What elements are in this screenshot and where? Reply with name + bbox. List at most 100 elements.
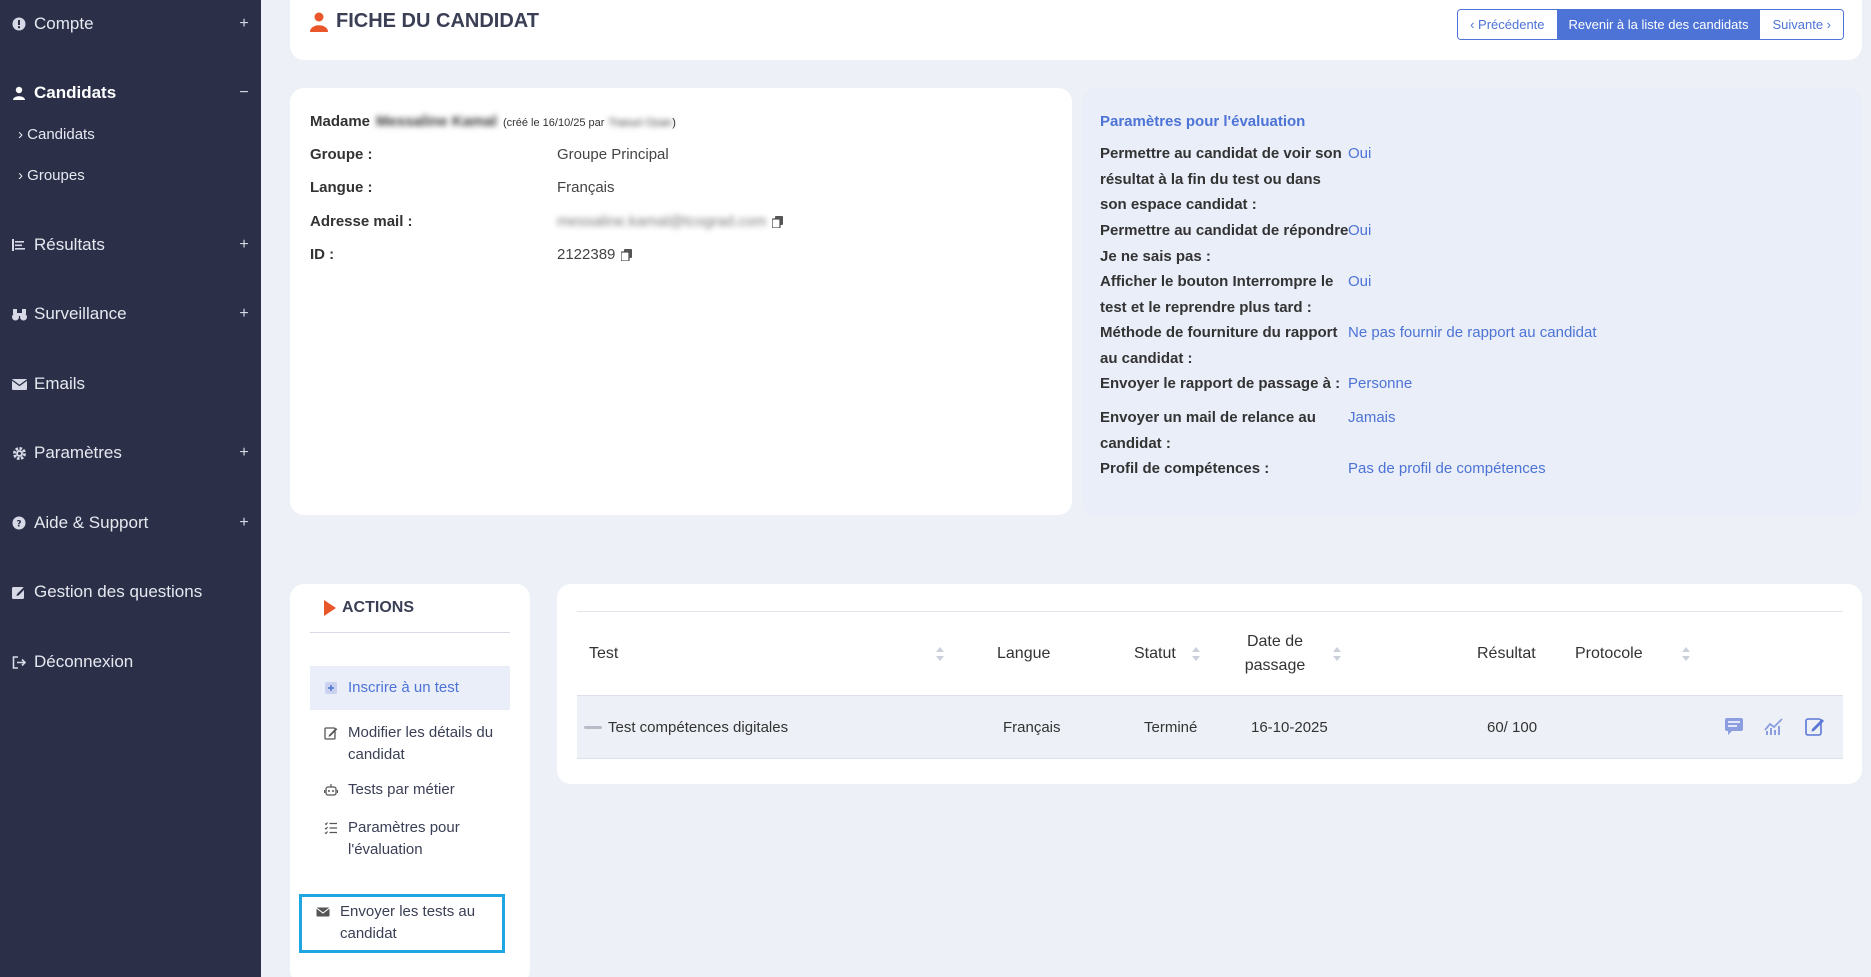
language-label: Langue : [310,179,373,196]
col-header-resultat[interactable]: Résultat [1477,612,1536,696]
actions-title-text: ACTIONS [342,599,414,616]
page-title-text: FICHE DU CANDIDAT [336,10,539,32]
sidebar-item-parametres[interactable]: Paramètres + [10,438,251,468]
divider [310,632,510,633]
param-key: Permettre au candidat de voir son résult… [1100,145,1342,213]
page-title: FICHE DU CANDIDAT [310,10,539,33]
action-label: Inscrire à un test [348,679,459,696]
action-label: Paramètres pour l'évaluation [348,819,460,858]
evaluation-params-card: Paramètres pour l'évaluation Permettre a… [1082,88,1862,515]
sidebar-item-emails[interactable]: Emails [10,369,251,399]
copy-icon[interactable] [621,248,633,261]
param-value: Oui [1348,145,1372,162]
sidebar-item-resultats[interactable]: Résultats + [10,230,251,260]
col-header-test[interactable]: Test [589,612,618,696]
svg-text:?: ? [16,520,21,530]
copy-icon[interactable] [772,215,784,228]
expand-icon[interactable]: + [237,236,251,254]
col-header-date[interactable]: Date de passage [1235,612,1315,696]
param-value: Ne pas fournir de rapport au candidat [1348,324,1597,341]
sidebar-item-gestion-questions[interactable]: Gestion des questions [10,577,251,607]
previous-button[interactable]: ‹ Précédente [1458,10,1557,39]
action-tests-by-job[interactable]: Tests par métier [310,779,510,801]
sidebar-item-label: Déconnexion [34,652,134,671]
sidebar-item-label: Paramètres [34,443,122,462]
table-header: Test Langue Statut Date de passage Résul… [577,611,1843,695]
tests-table-card: Test Langue Statut Date de passage Résul… [557,584,1862,784]
actions-card: ACTIONS Inscrire à un test Modifier les … [290,584,530,977]
param-value: Jamais [1348,409,1396,426]
sidebar-item-label: Surveillance [34,304,127,323]
edit-icon [324,727,338,740]
language-value: Français [557,179,615,196]
sidebar-subitem-candidats[interactable]: › Candidats [18,126,95,143]
created-info-prefix: (créé le 16/10/25 par [502,117,605,129]
plus-square-icon [325,682,337,694]
collapse-icon[interactable]: − [237,84,251,102]
action-send-tests[interactable]: Envoyer les tests au candidat [299,894,505,953]
sort-icon[interactable] [935,646,945,662]
expand-icon[interactable]: + [237,514,251,532]
col-header-protocole[interactable]: Protocole [1575,612,1643,696]
sidebar-item-compte[interactable]: Compte + [10,9,251,39]
envelope-icon [316,907,330,917]
sidebar-item-aide[interactable]: ? Aide & Support + [10,508,251,538]
sort-icon[interactable] [1191,646,1201,662]
expand-icon[interactable]: + [237,305,251,323]
sidebar-item-label: Résultats [34,235,105,254]
group-value: Groupe Principal [557,146,669,163]
sidebar-item-candidats[interactable]: Candidats − [10,78,251,108]
sidebar-item-deconnexion[interactable]: Déconnexion [10,647,251,677]
edit-square-icon [10,583,28,601]
user-icon [310,12,328,32]
play-icon [324,600,336,616]
param-value: Oui [1348,222,1372,239]
sidebar-subitem-groupes[interactable]: › Groupes [18,167,85,184]
info-icon [10,15,28,33]
param-value: Pas de profil de compétences [1348,460,1546,477]
id-value: 2122389 [557,246,616,263]
sidebar-item-surveillance[interactable]: Surveillance + [10,299,251,329]
expand-icon[interactable]: + [237,444,251,462]
edit-icon[interactable] [1805,716,1825,736]
test-cell: Test compétences digitales [584,696,788,758]
gear-icon [10,444,28,462]
back-to-list-button[interactable]: Revenir à la liste des candidats [1556,10,1761,39]
expand-icon[interactable]: + [237,15,251,33]
sort-icon[interactable] [1681,646,1691,662]
col-header-statut[interactable]: Statut [1134,612,1176,696]
action-enroll-test[interactable]: Inscrire à un test [310,666,510,710]
action-evaluation-params[interactable]: Paramètres pour l'évaluation [310,817,510,861]
action-edit-candidate[interactable]: Modifier les détails du candidat [310,722,510,766]
param-key: Profil de compétences : [1100,460,1270,477]
next-button[interactable]: Suivante › [1760,10,1843,39]
actions-title: ACTIONS [324,599,414,617]
candidate-navigation: ‹ Précédente Revenir à la liste des cand… [1457,9,1844,40]
comment-icon[interactable] [1724,716,1744,736]
envelope-icon [10,375,28,393]
action-label: Modifier les détails du candidat [348,724,494,763]
email-field: messaline.kamal@tcograd.com [557,213,784,230]
sidebar-item-label: Aide & Support [34,513,149,532]
sort-icon[interactable] [1332,646,1342,662]
list-chart-icon [10,236,28,254]
param-value: Oui [1348,273,1372,290]
sidebar-item-label: Gestion des questions [34,582,203,601]
param-value: Personne [1348,375,1413,392]
col-header-langue[interactable]: Langue [997,612,1050,696]
params-title: Paramètres pour l'évaluation [1100,113,1306,130]
action-label: Envoyer les tests au candidat [340,903,476,942]
id-label: ID : [310,246,335,263]
param-key: Envoyer le rapport de passage à : [1100,375,1341,392]
robot-icon [324,784,338,796]
param-key: Permettre au candidat de répondre Je ne … [1100,222,1349,265]
action-label: Tests par métier [348,781,455,798]
table-row[interactable]: Test compétences digitales Français Term… [577,695,1843,759]
test-name: Test compétences digitales [608,718,789,736]
group-label: Groupe : [310,146,373,163]
sidebar: Compte + Candidats − › Candidats › Group… [0,0,261,977]
param-key: Envoyer un mail de relance au candidat : [1100,409,1316,452]
stats-chart-icon[interactable] [1764,716,1784,736]
param-key: Méthode de fourniture du rapport au cand… [1100,324,1338,367]
candidate-info-card: Madame Messaline Kamal (créé le 16/10/25… [290,88,1072,515]
